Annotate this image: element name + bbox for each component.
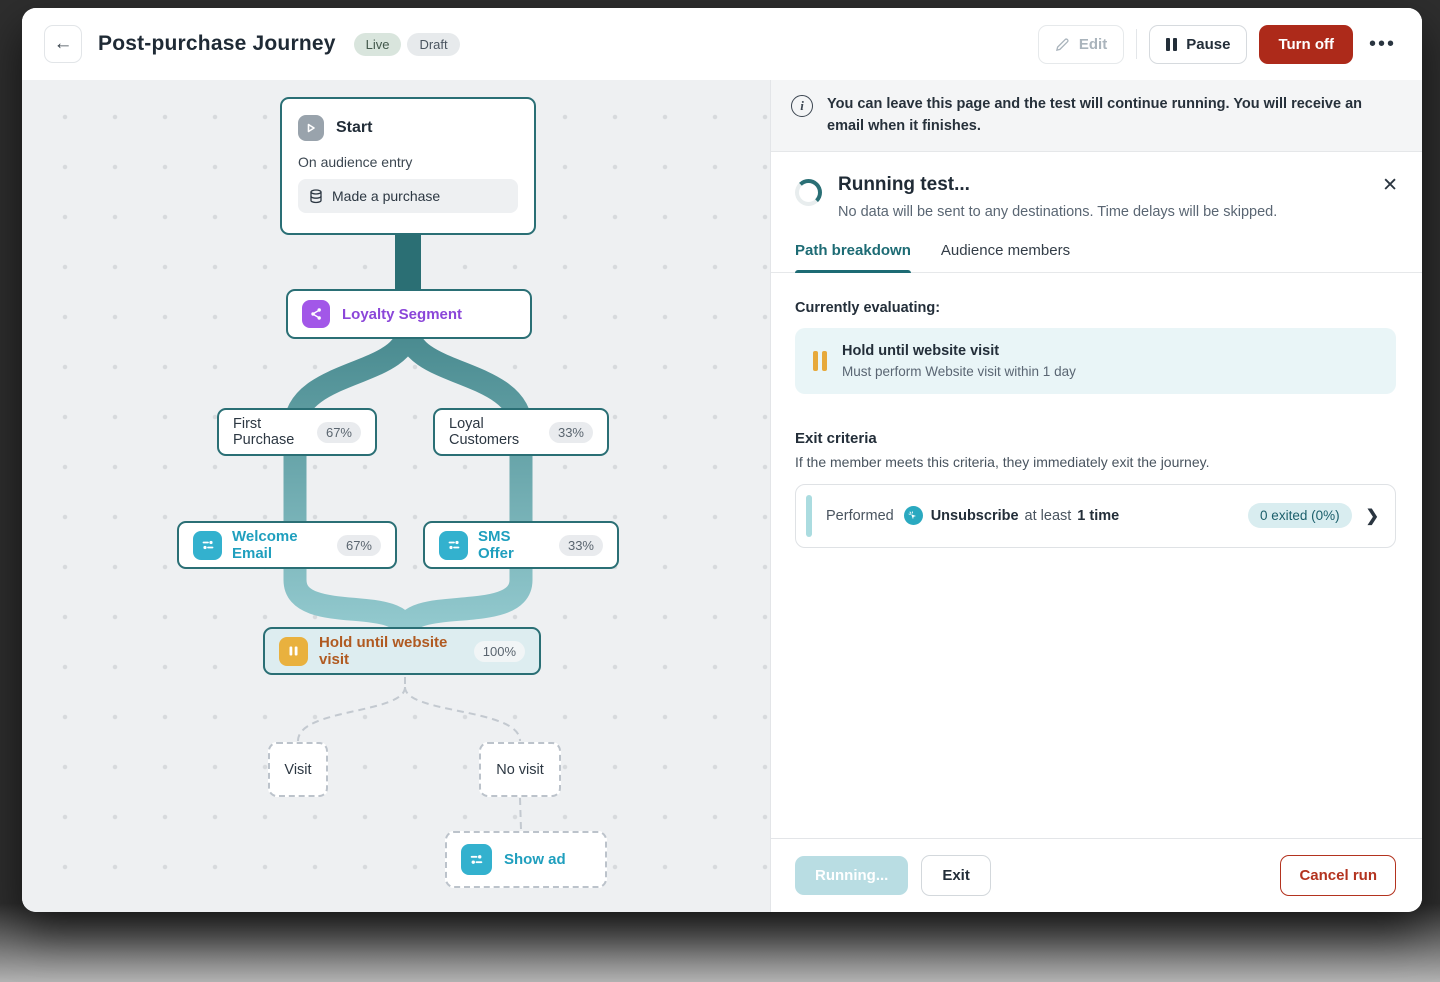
chevron-right-icon: ❯ <box>1366 506 1379 526</box>
criteria-prefix: Performed <box>826 508 894 524</box>
app-window: ← Post-purchase Journey Live Draft Edit … <box>22 8 1422 912</box>
close-icon[interactable]: ✕ <box>1382 176 1398 195</box>
journey-canvas[interactable]: Start On audience entry Made a purchase <box>22 80 770 912</box>
currently-evaluating-label: Currently evaluating: <box>795 300 1396 316</box>
criteria-count: 1 time <box>1077 508 1119 524</box>
tab-path-breakdown[interactable]: Path breakdown <box>795 242 911 272</box>
info-icon: i <box>791 95 813 117</box>
back-arrow-icon: ← <box>54 33 73 55</box>
back-button[interactable]: ← <box>44 25 82 63</box>
test-run-panel: i You can leave this page and the test w… <box>770 80 1422 912</box>
first-purchase-percent: 67% <box>317 422 361 443</box>
node-loyalty-segment[interactable]: Loyalty Segment <box>286 289 532 339</box>
more-menu-button[interactable]: ••• <box>1365 27 1400 62</box>
evaluating-step-detail: Must perform Website visit within 1 day <box>842 364 1076 379</box>
welcome-email-percent: 67% <box>337 535 381 556</box>
hold-pause-icon <box>813 351 827 371</box>
exit-criteria-description: If the member meets this criteria, they … <box>795 454 1396 470</box>
tab-audience-members[interactable]: Audience members <box>941 242 1070 272</box>
loyalty-segment-label: Loyalty Segment <box>342 306 462 323</box>
panel-body: Currently evaluating: Hold until website… <box>771 273 1422 838</box>
welcome-email-label: Welcome Email <box>232 528 327 562</box>
node-no-visit-branch[interactable]: No visit <box>479 742 561 797</box>
automation-icon <box>193 531 222 560</box>
node-show-ad[interactable]: Show ad <box>445 831 607 888</box>
show-ad-label: Show ad <box>504 851 566 868</box>
criteria-metric: Unsubscribe <box>931 508 1019 524</box>
edit-button[interactable]: Edit <box>1038 25 1124 64</box>
running-test-header: Running test... No data will be sent to … <box>771 152 1422 220</box>
exited-count-badge: 0 exited (0%) <box>1248 503 1352 528</box>
first-purchase-label: First Purchase <box>233 416 305 448</box>
start-trigger-label: On audience entry <box>298 154 518 170</box>
metric-icon <box>904 506 923 525</box>
exit-criteria-row[interactable]: Performed Unsubscribe at least 1 time 0 … <box>795 484 1396 548</box>
database-icon <box>309 189 323 204</box>
criteria-text: Performed Unsubscribe at least 1 time <box>826 506 1119 525</box>
notice-text: You can leave this page and the test wil… <box>827 93 1396 138</box>
panel-footer: Running... Exit Cancel run <box>771 838 1422 912</box>
exit-button[interactable]: Exit <box>921 855 991 896</box>
node-loyal-customers[interactable]: Loyal Customers 33% <box>433 408 609 456</box>
spinner-icon <box>795 179 822 206</box>
split-branch-icon <box>302 300 330 328</box>
loyal-customers-percent: 33% <box>549 422 593 443</box>
running-test-subtitle: No data will be sent to any destinations… <box>838 204 1277 220</box>
play-icon <box>298 115 324 141</box>
running-button[interactable]: Running... <box>795 856 908 895</box>
sms-offer-percent: 33% <box>559 535 603 556</box>
draft-badge: Draft <box>407 33 459 56</box>
no-visit-label: No visit <box>496 762 544 778</box>
exit-criteria-title: Exit criteria <box>795 430 1396 447</box>
hold-percent: 100% <box>474 641 525 662</box>
start-condition[interactable]: Made a purchase <box>298 179 518 213</box>
header: ← Post-purchase Journey Live Draft Edit … <box>22 8 1422 80</box>
hold-label: Hold until website visit <box>319 634 463 668</box>
notice-banner: i You can leave this page and the test w… <box>771 80 1422 152</box>
loyal-customers-label: Loyal Customers <box>449 416 537 448</box>
criteria-accent-bar <box>806 495 812 537</box>
header-actions: Edit Pause Turn off ••• <box>1038 25 1400 64</box>
pencil-icon <box>1055 37 1070 52</box>
automation-icon <box>439 531 468 560</box>
criteria-middle: at least <box>1025 508 1072 524</box>
header-divider <box>1136 29 1137 59</box>
turn-off-button[interactable]: Turn off <box>1259 25 1353 64</box>
status-badges: Live Draft <box>354 33 460 56</box>
currently-evaluating-card: Hold until website visit Must perform We… <box>795 328 1396 394</box>
main-content: Start On audience entry Made a purchase <box>22 80 1422 912</box>
live-badge: Live <box>354 33 402 56</box>
node-first-purchase[interactable]: First Purchase 67% <box>217 408 377 456</box>
automation-icon <box>461 844 492 875</box>
visit-label: Visit <box>284 762 311 778</box>
evaluating-step-title: Hold until website visit <box>842 343 1076 359</box>
hold-pause-icon <box>279 637 308 666</box>
pause-button[interactable]: Pause <box>1149 25 1247 64</box>
node-sms-offer[interactable]: SMS Offer 33% <box>423 521 619 569</box>
page-title: Post-purchase Journey <box>98 32 336 56</box>
start-title: Start <box>336 119 372 137</box>
node-start[interactable]: Start On audience entry Made a purchase <box>280 97 536 235</box>
node-hold-until-visit[interactable]: Hold until website visit 100% <box>263 627 541 675</box>
sms-offer-label: SMS Offer <box>478 528 549 562</box>
start-condition-label: Made a purchase <box>332 188 440 204</box>
cancel-run-button[interactable]: Cancel run <box>1280 855 1396 896</box>
node-welcome-email[interactable]: Welcome Email 67% <box>177 521 397 569</box>
panel-tabs: Path breakdown Audience members <box>771 242 1422 273</box>
pause-icon <box>1166 38 1177 51</box>
running-test-title: Running test... <box>838 174 1277 196</box>
node-visit-branch[interactable]: Visit <box>268 742 328 797</box>
